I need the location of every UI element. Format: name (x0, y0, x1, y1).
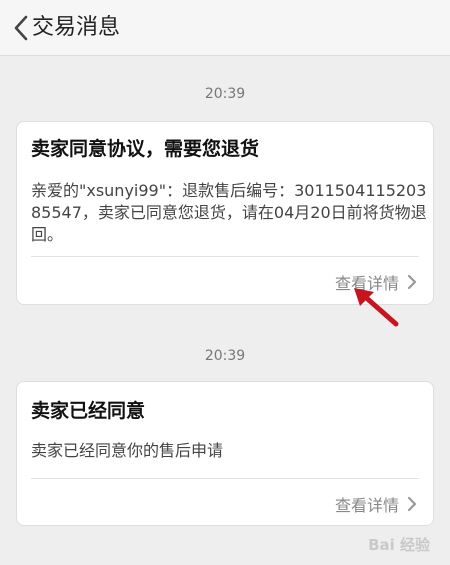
message-timestamp: 20:39 (204, 86, 246, 102)
chevron-left-icon (14, 15, 28, 41)
top-bar: 交易消息 (0, 0, 450, 56)
watermark: Bai 经验 (368, 536, 430, 554)
card-divider (31, 256, 419, 257)
message-card: 卖家同意协议，需要您退货 亲爱的"xsunyi99"：退款售后编号：301150… (16, 121, 434, 305)
chevron-right-icon (407, 496, 417, 512)
message-body: 亲爱的"xsunyi99"：退款售后编号：301150411520385547，… (31, 181, 427, 244)
card-divider (31, 478, 419, 479)
view-details-label: 查看详情 (334, 496, 399, 515)
annotation-arrow-icon (354, 288, 399, 327)
message-card: 卖家已经同意 卖家已经同意你的售后申请 查看详情 (16, 381, 434, 526)
message-timestamp: 20:39 (204, 348, 246, 364)
message-title: 卖家已经同意 (31, 400, 146, 422)
message-title: 卖家同意协议，需要您退货 (31, 138, 260, 160)
page-title: 交易消息 (32, 15, 121, 40)
view-details-link[interactable]: 查看详情 (335, 492, 417, 516)
message-body: 卖家已经同意你的售后申请 (31, 441, 224, 460)
